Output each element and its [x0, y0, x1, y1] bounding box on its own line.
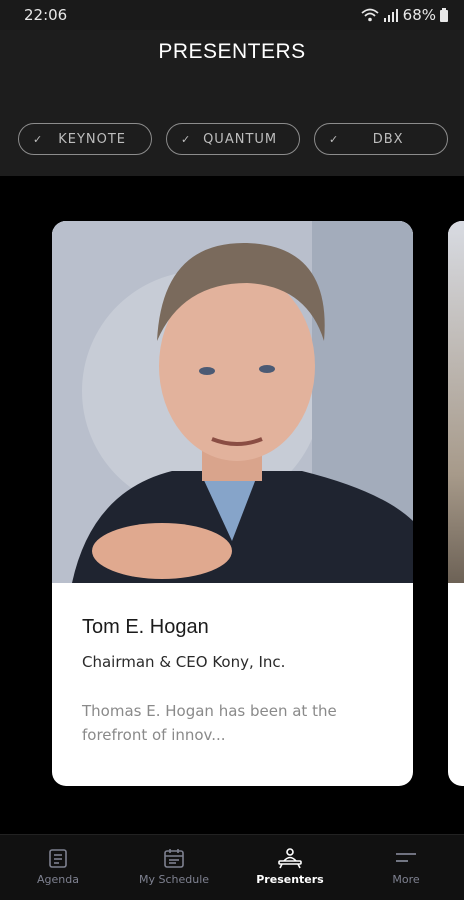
tab-label: Presenters	[256, 873, 324, 886]
filter-chip-quantum[interactable]: ✓ QUANTUM	[166, 123, 300, 155]
check-icon: ✓	[33, 132, 44, 146]
presenter-card[interactable]: Tom E. Hogan Chairman & CEO Kony, Inc. T…	[52, 221, 413, 786]
tab-agenda[interactable]: Agenda	[0, 835, 116, 900]
chip-label: QUANTUM	[203, 131, 278, 147]
check-icon: ✓	[329, 132, 340, 146]
agenda-icon	[49, 849, 67, 868]
tab-my-schedule[interactable]: My Schedule	[116, 835, 232, 900]
status-time: 22:06	[24, 6, 68, 24]
tab-label: More	[392, 873, 420, 886]
menu-icon	[396, 853, 416, 862]
bottom-tab-bar: Agenda My Schedule Presenters More	[0, 834, 464, 900]
battery-percent: 68%	[402, 6, 436, 24]
presenter-bio: Thomas E. Hogan has been at the forefron…	[82, 702, 337, 744]
tab-presenters[interactable]: Presenters	[232, 835, 348, 900]
wifi-icon	[361, 8, 379, 22]
presenter-role: Chairman & CEO Kony, Inc.	[82, 653, 286, 671]
next-presenter-card[interactable]	[448, 221, 464, 786]
card-body: Tom E. Hogan Chairman & CEO Kony, Inc. T…	[82, 616, 389, 747]
filter-chip-keynote[interactable]: ✓ KEYNOTE	[18, 123, 152, 155]
status-icons: 68%	[361, 6, 448, 24]
presenter-photo	[52, 221, 413, 583]
next-presenter-photo	[448, 221, 464, 583]
page-title: PRESENTERS	[158, 40, 306, 63]
header: PRESENTERS ✓ KEYNOTE ✓ QUANTUM ✓ DBX	[0, 30, 464, 176]
chip-label: KEYNOTE	[58, 131, 126, 147]
check-icon: ✓	[181, 132, 192, 146]
filter-chips: ✓ KEYNOTE ✓ QUANTUM ✓ DBX	[18, 123, 448, 155]
calendar-icon	[164, 849, 184, 868]
presenter-icon	[278, 848, 302, 869]
status-bar: 22:06 68%	[0, 0, 464, 30]
tab-more[interactable]: More	[348, 835, 464, 900]
tab-label: Agenda	[37, 873, 79, 886]
filter-chip-dbx[interactable]: ✓ DBX	[314, 123, 448, 155]
presenter-name: Tom E. Hogan	[82, 616, 209, 638]
tab-label: My Schedule	[138, 873, 210, 886]
battery-icon	[440, 8, 448, 22]
signal-icon	[383, 9, 398, 22]
chip-label: DBX	[372, 131, 404, 147]
